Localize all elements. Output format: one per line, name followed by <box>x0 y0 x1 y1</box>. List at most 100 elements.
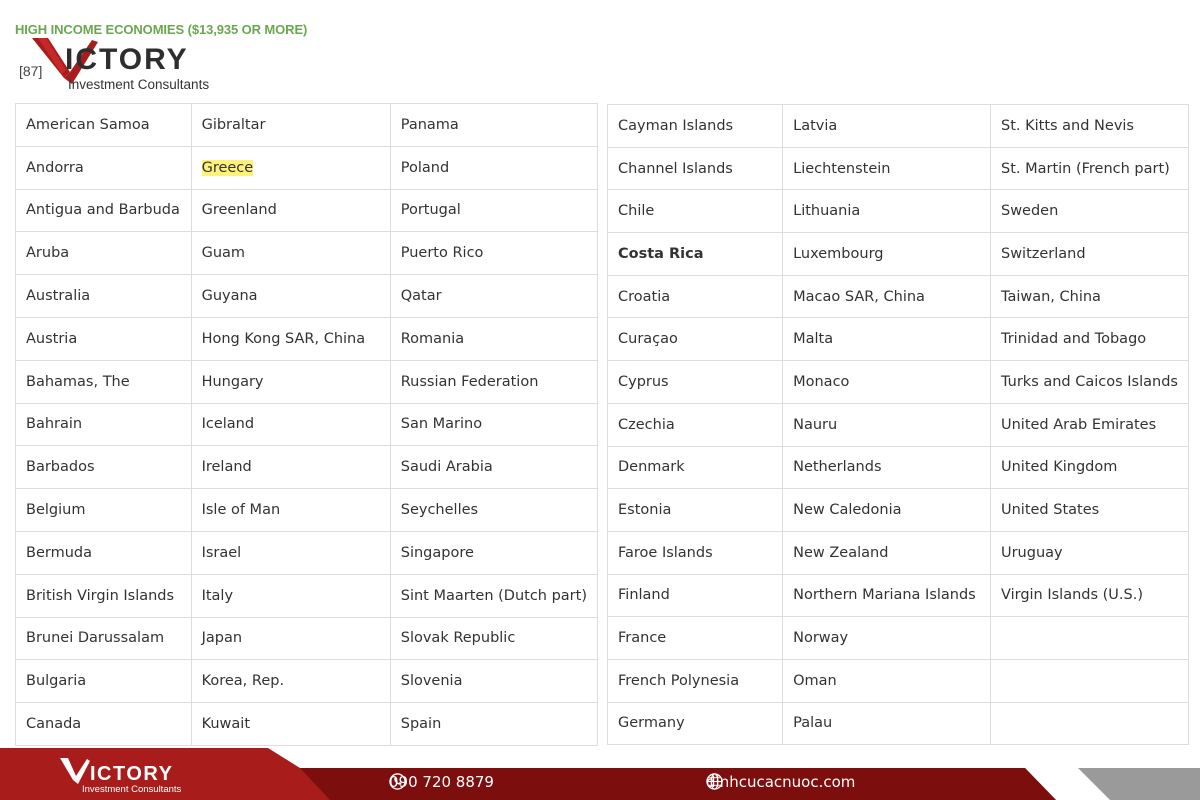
table-cell: Northern Mariana Islands <box>782 573 991 618</box>
table-cell: Russian Federation <box>389 359 599 404</box>
country-name: Isle of Man <box>201 502 281 519</box>
country-name: Croatia <box>618 288 671 305</box>
table-cell: Finland <box>606 573 784 618</box>
table-cell: Panama <box>389 103 599 147</box>
table-cell: Antigua and Barbuda <box>15 188 192 233</box>
table-cell: Romania <box>389 316 599 361</box>
table-cell: Spain <box>389 702 599 746</box>
table-cell: Uruguay <box>989 530 1190 575</box>
country-name: Finland <box>618 587 670 604</box>
country-name: Barbados <box>26 459 95 476</box>
country-name: Costa Rica <box>618 245 704 262</box>
country-name: Palau <box>793 715 833 732</box>
table-cell: French Polynesia <box>606 658 784 703</box>
footer-bar: ICTORY Investment Consultants 090 720 88… <box>0 748 1200 800</box>
table-cell: Austria <box>15 316 192 361</box>
table-cell <box>989 658 1190 703</box>
country-name: United States <box>1000 502 1100 519</box>
country-name: United Arab Emirates <box>1000 416 1157 433</box>
table-row: Denmark Netherlands United Kingdom <box>606 445 1190 490</box>
table-cell: Hungary <box>190 359 391 404</box>
table-cell: Palau <box>782 701 991 746</box>
country-name: French Polynesia <box>618 672 740 689</box>
country-name: Hungary <box>201 373 264 390</box>
country-name: Lithuania <box>793 203 861 220</box>
footer-phone[interactable]: 090 720 8879 <box>389 773 494 791</box>
table-row: Curaçao Malta Trinidad and Tobago <box>606 317 1190 362</box>
table-cell: Chile <box>606 189 784 234</box>
country-name: Norway <box>793 630 849 647</box>
country-name: Macao SAR, China <box>793 288 925 305</box>
countries-table-left: American Samoa Gibraltar Panama Andorra Gree… <box>15 103 599 746</box>
table-row: Australia Guyana Qatar <box>15 274 599 318</box>
country-name: Kuwait <box>201 716 251 733</box>
table-cell: Slovenia <box>389 659 599 704</box>
table-cell: Portugal <box>389 188 599 233</box>
footer-website[interactable]: dinhcucacnuoc.com <box>706 773 855 791</box>
table-cell: Sweden <box>989 189 1190 234</box>
table-cell: Bahamas, The <box>15 359 192 404</box>
country-name: Canada <box>26 716 82 733</box>
country-name: Spain <box>400 716 442 733</box>
country-name: Sint Maarten (Dutch part) <box>400 587 587 604</box>
table-cell: San Marino <box>389 402 599 447</box>
country-name: American Samoa <box>26 116 150 133</box>
country-name: Saudi Arabia <box>400 459 493 476</box>
country-name: Denmark <box>618 459 685 476</box>
country-name: Sweden <box>1000 203 1059 220</box>
table-cell: Luxembourg <box>782 232 991 276</box>
phone-icon <box>389 773 406 790</box>
table-cell: Italy <box>190 573 391 618</box>
country-name: Guam <box>201 245 246 262</box>
country-name: Austria <box>26 330 78 347</box>
country-name: Virgin Islands (U.S.) <box>1000 587 1144 604</box>
country-name: Curaçao <box>618 331 678 348</box>
table-row: Bahamas, The Hungary Russian Federation <box>15 359 599 404</box>
table-cell <box>989 616 1190 660</box>
country-name: Slovenia <box>400 673 463 690</box>
table-cell: Belgium <box>15 488 192 532</box>
country-name: Japan <box>201 630 243 647</box>
country-name: Antigua and Barbuda <box>26 202 180 219</box>
table-cell: Ireland <box>190 445 391 490</box>
country-name: Turks and Caicos Islands <box>1000 373 1178 390</box>
country-name: New Caledonia <box>793 502 902 519</box>
table-row: Costa Rica Luxembourg Switzerland <box>606 232 1190 276</box>
table-cell: Denmark <box>606 445 784 490</box>
table-cell: Isle of Man <box>190 488 391 532</box>
country-name: Taiwan, China <box>1000 288 1101 305</box>
table-row: American Samoa Gibraltar Panama <box>15 103 599 147</box>
country-name: Poland <box>400 159 450 176</box>
footer-logo-tagline: Investment Consultants <box>82 784 182 795</box>
country-name: St. Kitts and Nevis <box>1000 117 1134 134</box>
country-name: Faroe Islands <box>618 544 713 561</box>
table-cell: Monaco <box>782 360 991 404</box>
table-cell: Australia <box>15 274 192 318</box>
table-row: Antigua and Barbuda Greenland Portugal <box>15 188 599 233</box>
table-cell: Israel <box>190 530 391 575</box>
country-name: Monaco <box>793 373 850 390</box>
table-cell: Saudi Arabia <box>389 445 599 490</box>
table-cell: Norway <box>782 616 991 660</box>
table-cell: Estonia <box>606 488 784 532</box>
table-cell: St. Kitts and Nevis <box>989 104 1190 148</box>
country-name: Luxembourg <box>793 245 884 262</box>
victory-logo: ICTORY Investment Consultants <box>30 32 230 94</box>
country-name: Trinidad and Tobago <box>1000 331 1147 348</box>
table-cell: Brunei Darussalam <box>15 616 192 661</box>
table-cell: Slovak Republic <box>389 616 599 661</box>
table-cell: Andorra <box>15 145 192 190</box>
country-name: Czechia <box>618 416 675 433</box>
table-cell: Hong Kong SAR, China <box>190 316 391 361</box>
table-row: Czechia Nauru United Arab Emirates <box>606 402 1190 447</box>
globe-icon <box>706 773 723 790</box>
table-cell: France <box>606 616 784 660</box>
table-cell: Latvia <box>782 104 991 148</box>
table-cell: Greece <box>190 145 391 190</box>
table-cell: Canada <box>15 702 192 746</box>
table-cell: Croatia <box>606 274 784 319</box>
country-name: Uruguay <box>1000 544 1063 561</box>
table-cell: Bermuda <box>15 530 192 575</box>
table-cell: Bahrain <box>15 402 192 447</box>
table-cell: Seychelles <box>389 488 599 532</box>
